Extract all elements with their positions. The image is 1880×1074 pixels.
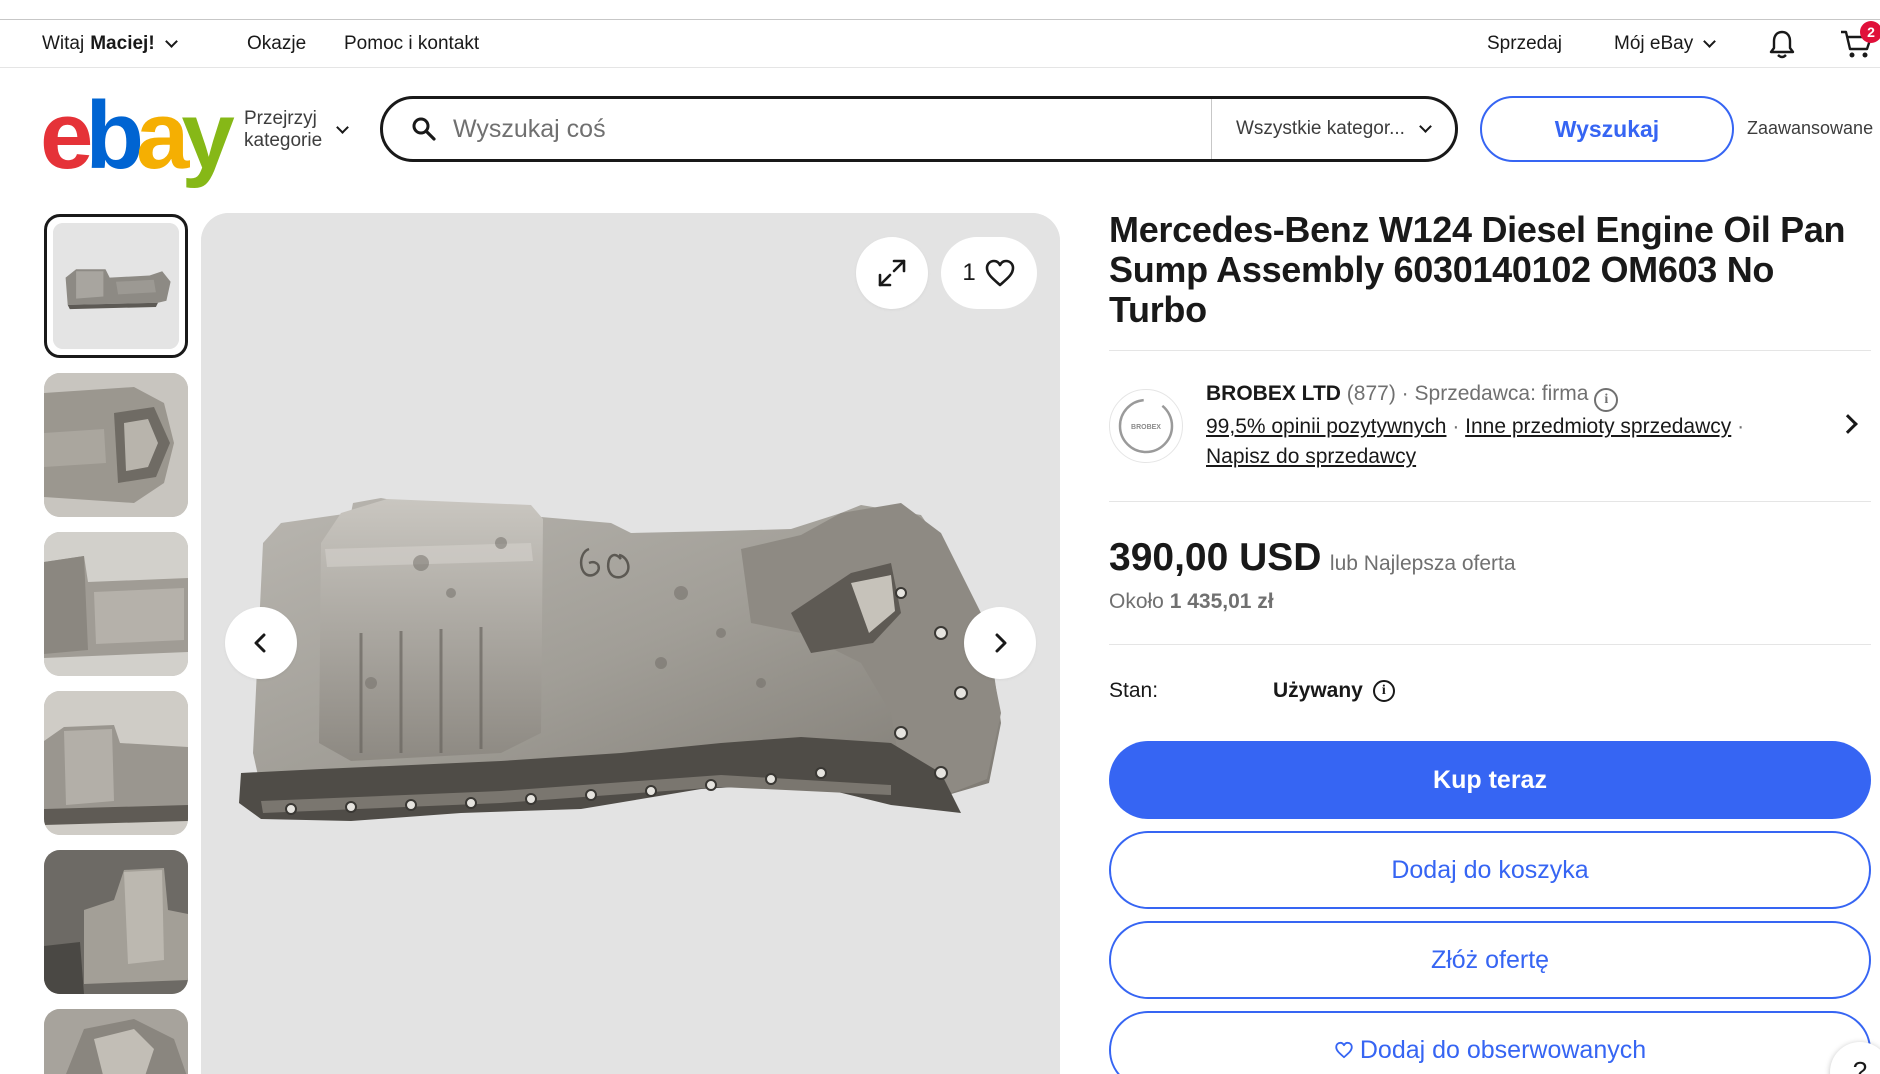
seller-card: BROBEX BROBEX LTD (877) · Sprzedawca: fi… bbox=[1109, 351, 1871, 501]
thumbnail-strip bbox=[44, 214, 188, 1074]
search-button[interactable]: Wyszukaj bbox=[1480, 96, 1734, 162]
listing-title: Mercedes-Benz W124 Diesel Engine Oil Pan… bbox=[1109, 209, 1846, 330]
oil-pan-main-image[interactable] bbox=[201, 213, 1060, 1074]
condition-label: Stan: bbox=[1109, 679, 1159, 702]
advanced-search-link[interactable]: Zaawansowane bbox=[1747, 118, 1873, 139]
heart-icon bbox=[1335, 1041, 1353, 1059]
expand-icon bbox=[878, 259, 906, 287]
ebay-logo[interactable]: ebay bbox=[40, 82, 235, 189]
search-input[interactable] bbox=[453, 114, 1173, 144]
logo-letter-b: b bbox=[85, 82, 144, 189]
chevron-right-icon[interactable] bbox=[1838, 414, 1858, 434]
previous-image-button[interactable] bbox=[225, 607, 297, 679]
contact-seller-link[interactable]: Napisz do sprzedawcy bbox=[1206, 445, 1416, 468]
user-name: Maciej! bbox=[90, 33, 155, 54]
my-ebay-label: Mój eBay bbox=[1614, 33, 1694, 54]
logo-letter-a: a bbox=[136, 82, 189, 189]
thumbnail-4[interactable] bbox=[44, 691, 188, 835]
separator-dot: · bbox=[1401, 382, 1409, 405]
watch-count: 1 bbox=[962, 259, 976, 286]
info-icon[interactable]: i bbox=[1372, 680, 1395, 702]
user-greeting-menu[interactable]: Witaj Maciej! bbox=[42, 20, 178, 68]
cart-button[interactable]: 2 bbox=[1840, 20, 1880, 68]
oil-pan-thumbnail-image bbox=[44, 850, 188, 994]
search-bar: Wszystkie kategor... bbox=[380, 96, 1458, 162]
add-to-cart-button[interactable]: Dodaj do koszyka bbox=[1109, 831, 1871, 909]
my-ebay-menu[interactable]: Mój eBay bbox=[1614, 20, 1717, 68]
site-header: ebay Przejrzyj kategorie Wszystkie kateg… bbox=[0, 70, 1880, 190]
logo-letter-y: y bbox=[181, 82, 234, 189]
price-section: 390,00 USD lub Najlepsza oferta Około 1 … bbox=[1109, 502, 1871, 644]
buy-now-button[interactable]: Kup teraz bbox=[1109, 741, 1871, 819]
top-edge bbox=[0, 0, 1880, 20]
top-navigation-bar: Witaj Maciej! Okazje Pomoc i kontakt Spr… bbox=[0, 20, 1880, 68]
bell-icon bbox=[1769, 30, 1795, 59]
help-contact-link[interactable]: Pomoc i kontakt bbox=[344, 20, 479, 68]
help-contact-label: Pomoc i kontakt bbox=[344, 33, 480, 54]
watchlist-label: Dodaj do obserwowanych bbox=[1359, 1035, 1647, 1064]
approx-label: Około bbox=[1109, 590, 1164, 613]
condition-row: Stan: Używany i bbox=[1109, 645, 1871, 737]
condition-value: Używany i bbox=[1273, 679, 1395, 703]
main-image-gallery: 1 bbox=[201, 213, 1060, 1074]
seller-logo: BROBEX bbox=[1118, 398, 1174, 454]
chevron-down-icon bbox=[164, 35, 178, 48]
fullscreen-button[interactable] bbox=[856, 237, 928, 309]
positive-feedback-link[interactable]: 99,5% opinii pozytywnych bbox=[1206, 415, 1446, 438]
oil-pan-thumbnail-image bbox=[53, 223, 179, 349]
chevron-down-icon bbox=[336, 121, 350, 134]
oil-pan-thumbnail-image bbox=[44, 691, 188, 835]
chevron-right-icon bbox=[995, 633, 1007, 653]
chevron-down-icon bbox=[1419, 120, 1432, 133]
make-offer-button[interactable]: Złóż ofertę bbox=[1109, 921, 1871, 999]
next-image-button[interactable] bbox=[964, 607, 1036, 679]
seller-avatar[interactable]: BROBEX bbox=[1109, 389, 1183, 463]
seller-name-link[interactable]: BROBEX LTD bbox=[1206, 382, 1341, 405]
cart-count-badge: 2 bbox=[1860, 21, 1880, 43]
thumbnail-3[interactable] bbox=[44, 532, 188, 676]
category-select-value: Wszystkie kategor... bbox=[1236, 118, 1405, 139]
item-details-panel: Mercedes-Benz W124 Diesel Engine Oil Pan… bbox=[1109, 210, 1871, 1074]
separator-dot: · bbox=[1452, 415, 1460, 438]
sell-link-label: Sprzedaj bbox=[1487, 33, 1562, 54]
cart-icon: 2 bbox=[1840, 21, 1880, 59]
greeting-text: Witaj bbox=[42, 33, 85, 54]
separator-dot: · bbox=[1737, 415, 1745, 438]
add-to-watchlist-button[interactable]: Dodaj do obserwowanych bbox=[1109, 1011, 1871, 1074]
seller-info: BROBEX LTD (877) · Sprzedawca: firma i 9… bbox=[1206, 379, 1744, 472]
search-icon bbox=[412, 117, 436, 141]
condition-value-text: Używany bbox=[1273, 679, 1363, 702]
thumbnail-2[interactable] bbox=[44, 373, 188, 517]
approx-value: 1 435,01 zł bbox=[1169, 590, 1274, 613]
deals-link[interactable]: Okazje bbox=[247, 20, 306, 68]
seller-logo-text: BROBEX bbox=[1131, 424, 1161, 431]
thumbnail-6[interactable] bbox=[44, 1009, 188, 1074]
notifications-button[interactable] bbox=[1768, 20, 1796, 68]
info-icon[interactable]: i bbox=[1594, 388, 1619, 412]
deals-link-label: Okazje bbox=[247, 33, 307, 54]
chevron-down-icon bbox=[1703, 35, 1717, 48]
item-price: 390,00 USD bbox=[1109, 536, 1322, 579]
browse-categories-button[interactable]: Przejrzyj kategorie bbox=[244, 108, 350, 152]
heart-icon bbox=[985, 259, 1014, 287]
oil-pan-thumbnail-image bbox=[44, 1009, 188, 1074]
browse-line-2: kategorie bbox=[244, 130, 323, 151]
seller-other-items-link[interactable]: Inne przedmioty sprzedawcy bbox=[1465, 415, 1731, 438]
thumbnail-5[interactable] bbox=[44, 850, 188, 994]
seller-type: Sprzedawca: firma bbox=[1414, 382, 1589, 405]
best-offer-note: lub Najlepsza oferta bbox=[1329, 552, 1516, 575]
approx-price: Około 1 435,01 zł bbox=[1109, 590, 1871, 614]
watch-heart-button[interactable]: 1 bbox=[941, 237, 1037, 309]
sell-link[interactable]: Sprzedaj bbox=[1487, 20, 1562, 68]
oil-pan-thumbnail-image bbox=[44, 373, 188, 517]
browse-line-1: Przejrzyj bbox=[244, 108, 317, 129]
thumbnail-1[interactable] bbox=[44, 214, 188, 358]
category-select[interactable]: Wszystkie kategor... bbox=[1211, 99, 1455, 159]
chevron-left-icon bbox=[254, 633, 266, 653]
logo-letter-e: e bbox=[40, 82, 93, 189]
oil-pan-thumbnail-image bbox=[44, 532, 188, 676]
seller-feedback-count: (877) bbox=[1346, 382, 1396, 405]
